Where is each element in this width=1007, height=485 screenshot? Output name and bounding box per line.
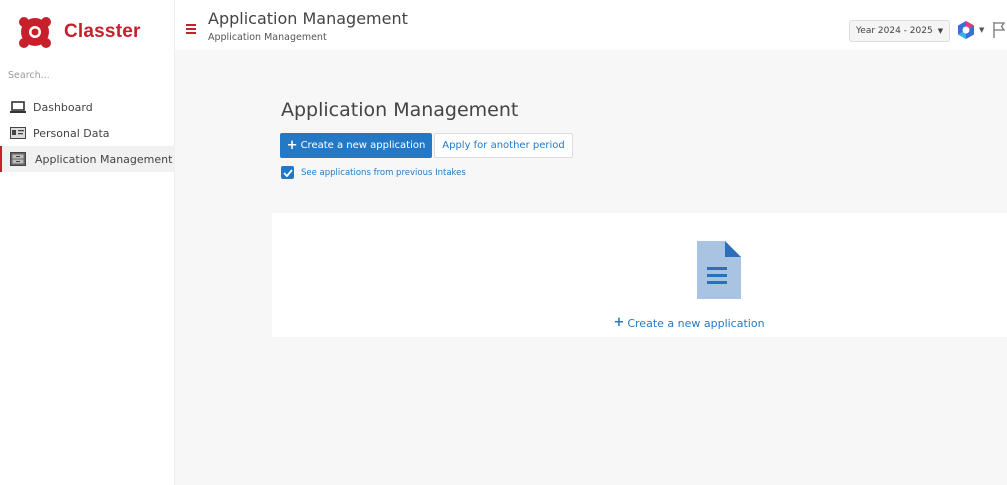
checkmark-icon	[282, 168, 293, 177]
empty-state-panel: + Create a new application	[272, 213, 1007, 337]
flag-icon[interactable]	[993, 21, 1006, 43]
apply-another-period-label: Apply for another period	[442, 140, 565, 151]
chevron-down-icon: ▼	[979, 26, 985, 34]
chevron-down-icon: ▼	[937, 27, 944, 35]
top-header: Application Management Application Manag…	[175, 0, 1007, 50]
breadcrumb: Application Management	[208, 32, 327, 43]
previous-intakes-label[interactable]: See applications from previous Intakes	[301, 168, 466, 178]
create-application-button[interactable]: + Create a new application	[280, 133, 432, 158]
sidebar-item-dashboard[interactable]: Dashboard	[0, 94, 175, 120]
page-title: Application Management	[208, 9, 408, 28]
year-selector[interactable]: Year 2024 - 2025 ▼	[849, 20, 951, 42]
apps-logo-icon	[958, 21, 974, 39]
sidebar-item-application-management[interactable]: Application Management	[0, 146, 175, 172]
sidebar-item-personal-data[interactable]: Personal Data	[0, 120, 175, 146]
plus-icon: +	[613, 315, 625, 330]
previous-intakes-checkbox[interactable]	[281, 166, 294, 179]
app-name: Classter	[64, 21, 141, 42]
sidebar-item-label: Dashboard	[33, 100, 93, 114]
sidebar-search-input[interactable]	[8, 70, 168, 81]
apply-another-period-button[interactable]: Apply for another period	[434, 133, 573, 158]
app-logo[interactable]: Classter	[18, 14, 141, 50]
sidebar-item-label: Application Management	[35, 152, 173, 166]
empty-state-create-link[interactable]: + Create a new application	[272, 315, 1007, 330]
classter-logo-icon	[19, 17, 51, 48]
id-card-icon	[10, 126, 26, 140]
empty-state-link-label: Create a new application	[627, 317, 765, 330]
main-heading: Application Management	[281, 99, 519, 121]
laptop-icon	[10, 100, 26, 114]
document-icon	[697, 241, 741, 299]
apps-menu[interactable]: ▼	[956, 20, 984, 40]
plus-icon: +	[286, 138, 298, 153]
sidebar-nav: Dashboard Personal Data Application Mana…	[0, 94, 175, 172]
sidebar: Classter Dashboard Personal Data Applica…	[0, 0, 175, 485]
create-application-label: Create a new application	[300, 140, 426, 151]
sidebar-item-label: Personal Data	[33, 126, 110, 140]
previous-intakes-toggle: See applications from previous Intakes	[281, 166, 466, 179]
year-selector-label: Year 2024 - 2025	[856, 26, 933, 36]
drawer-icon	[10, 152, 26, 166]
hamburger-icon[interactable]	[186, 24, 196, 34]
